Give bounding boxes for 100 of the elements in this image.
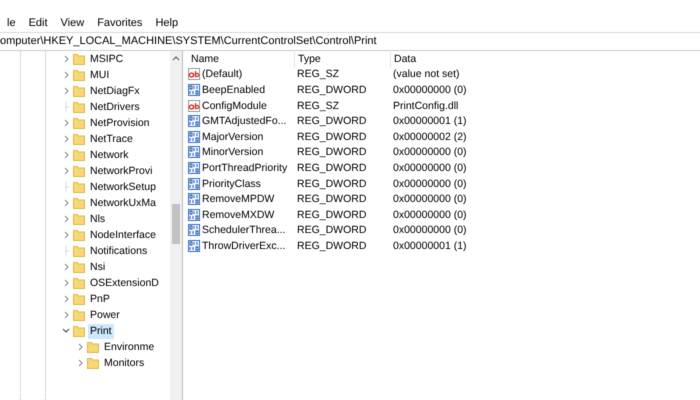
- value-name[interactable]: (Default): [202, 68, 242, 80]
- value-name[interactable]: MinorVersion: [202, 146, 264, 158]
- folder-icon: [73, 293, 85, 305]
- folder-icon: [73, 181, 85, 193]
- chevron-right-icon[interactable]: [76, 342, 84, 352]
- value-name[interactable]: SchedulerThrea...: [202, 224, 286, 236]
- tree-item[interactable]: Environme: [102, 340, 156, 354]
- chevron-right-icon[interactable]: [62, 230, 70, 240]
- tree-item[interactable]: OSExtensionD: [88, 276, 161, 290]
- value-data: 0x00000000 (0): [392, 208, 468, 221]
- value-data: 0x00000000 (0): [392, 178, 468, 190]
- folder-icon: [87, 357, 99, 369]
- value-name[interactable]: PriorityClass: [202, 178, 261, 190]
- value-type: REG_DWORD: [296, 130, 368, 143]
- value-data: 0x00000000 (0): [392, 146, 468, 158]
- string-value-icon: [188, 100, 200, 112]
- chevron-right-icon[interactable]: [62, 70, 70, 80]
- folder-icon: [73, 261, 85, 273]
- folder-icon: [73, 133, 85, 145]
- chevron-right-icon[interactable]: [62, 166, 70, 176]
- tree-item[interactable]: Nls: [88, 212, 108, 226]
- menu-item[interactable]: Help: [148, 17, 184, 29]
- folder-icon: [73, 197, 85, 209]
- tree-item[interactable]: NetworkSetup: [88, 180, 158, 194]
- chevron-right-icon[interactable]: [76, 358, 84, 368]
- folder-icon: [73, 229, 85, 241]
- value-name[interactable]: ThrowDriverExc...: [202, 240, 286, 252]
- tree-item[interactable]: NetDiagFx: [88, 84, 142, 98]
- chevron-right-icon[interactable]: [62, 310, 70, 320]
- column-header[interactable]: Name: [188, 50, 294, 68]
- chevron-right-icon[interactable]: [62, 262, 70, 272]
- tree-item[interactable]: NetTrace: [88, 132, 135, 146]
- menu-item[interactable]: Edit: [22, 17, 54, 29]
- chevron-right-icon[interactable]: [62, 54, 70, 64]
- value-name[interactable]: GMTAdjustedFo...: [202, 115, 286, 128]
- folder-icon: [73, 245, 85, 257]
- chevron-right-icon[interactable]: [62, 198, 70, 208]
- value-data: PrintConfig.dll: [392, 100, 460, 112]
- value-type: REG_DWORD: [296, 208, 368, 221]
- tree-item[interactable]: PnP: [88, 292, 112, 306]
- chevron-right-icon[interactable]: [62, 86, 70, 96]
- value-type: REG_DWORD: [296, 84, 368, 96]
- tree-item[interactable]: NodeInterface: [88, 228, 158, 242]
- binary-value-icon: [188, 130, 200, 143]
- value-type: REG_SZ: [296, 100, 340, 112]
- binary-value-icon: [188, 193, 200, 206]
- value-data: 0x00000002 (2): [392, 130, 468, 143]
- column-header[interactable]: Type: [294, 50, 390, 68]
- menu-item[interactable]: View: [54, 17, 90, 29]
- tree-item[interactable]: Print: [88, 324, 114, 338]
- menu-item[interactable]: le: [0, 17, 22, 29]
- chevron-right-icon[interactable]: [62, 214, 70, 224]
- value-name[interactable]: ConfigModule: [202, 100, 267, 112]
- binary-value-icon: [188, 84, 200, 96]
- tree-item[interactable]: Nsi: [88, 260, 108, 274]
- tree-item[interactable]: NetworkProvi: [88, 164, 154, 178]
- chevron-right-icon[interactable]: [62, 278, 70, 288]
- scrollbar-thumb[interactable]: [172, 204, 180, 244]
- tree-item[interactable]: NetworkUxMa: [88, 196, 158, 210]
- binary-value-icon: [188, 240, 200, 252]
- chevron-right-icon[interactable]: [62, 118, 70, 128]
- folder-icon: [73, 85, 85, 97]
- value-type: REG_DWORD: [296, 146, 368, 158]
- value-type: REG_SZ: [296, 68, 340, 80]
- tree-item[interactable]: Notifications: [88, 244, 150, 258]
- folder-icon: [73, 69, 85, 81]
- value-type: REG_DWORD: [296, 178, 368, 190]
- value-data: (value not set): [392, 68, 461, 80]
- value-type: REG_DWORD: [296, 115, 368, 128]
- tree-item[interactable]: NetProvision: [88, 116, 152, 130]
- folder-icon: [73, 117, 85, 129]
- value-name[interactable]: MajorVersion: [202, 130, 264, 143]
- tree-item[interactable]: NetDrivers: [88, 100, 142, 114]
- tree-item[interactable]: MSIPC: [88, 52, 126, 66]
- chevron-right-icon[interactable]: [62, 294, 70, 304]
- binary-value-icon: [188, 146, 200, 158]
- value-type: REG_DWORD: [296, 193, 368, 206]
- folder-icon: [87, 341, 99, 353]
- value-data: 0x00000000 (0): [392, 193, 468, 206]
- column-header[interactable]: Data: [390, 50, 530, 68]
- tree-item[interactable]: Power: [88, 308, 122, 322]
- address-field[interactable]: omputer\HKEY_LOCAL_MACHINE\SYSTEM\CurrentControlSet\Control\Print: [0, 33, 700, 50]
- value-name[interactable]: RemoveMXDW: [202, 208, 274, 221]
- scroll-up-icon[interactable]: [172, 55, 180, 62]
- value-name[interactable]: PortThreadPriority: [202, 162, 288, 174]
- folder-icon: [73, 53, 85, 65]
- value-name[interactable]: BeepEnabled: [202, 84, 266, 96]
- binary-value-icon: [188, 115, 200, 128]
- tree-item[interactable]: MUI: [88, 68, 112, 82]
- value-type: REG_DWORD: [296, 240, 368, 252]
- chevron-right-icon[interactable]: [62, 150, 70, 160]
- tree-item[interactable]: Network: [88, 148, 131, 162]
- tree-item[interactable]: Monitors: [102, 356, 146, 370]
- value-name[interactable]: RemoveMPDW: [202, 193, 274, 206]
- folder-icon: [73, 277, 85, 289]
- binary-value-icon: [188, 162, 200, 174]
- menu-item[interactable]: Favorites: [90, 17, 148, 29]
- chevron-right-icon[interactable]: [62, 134, 70, 144]
- folder-icon: [73, 213, 85, 225]
- value-data: 0x00000000 (0): [392, 224, 468, 236]
